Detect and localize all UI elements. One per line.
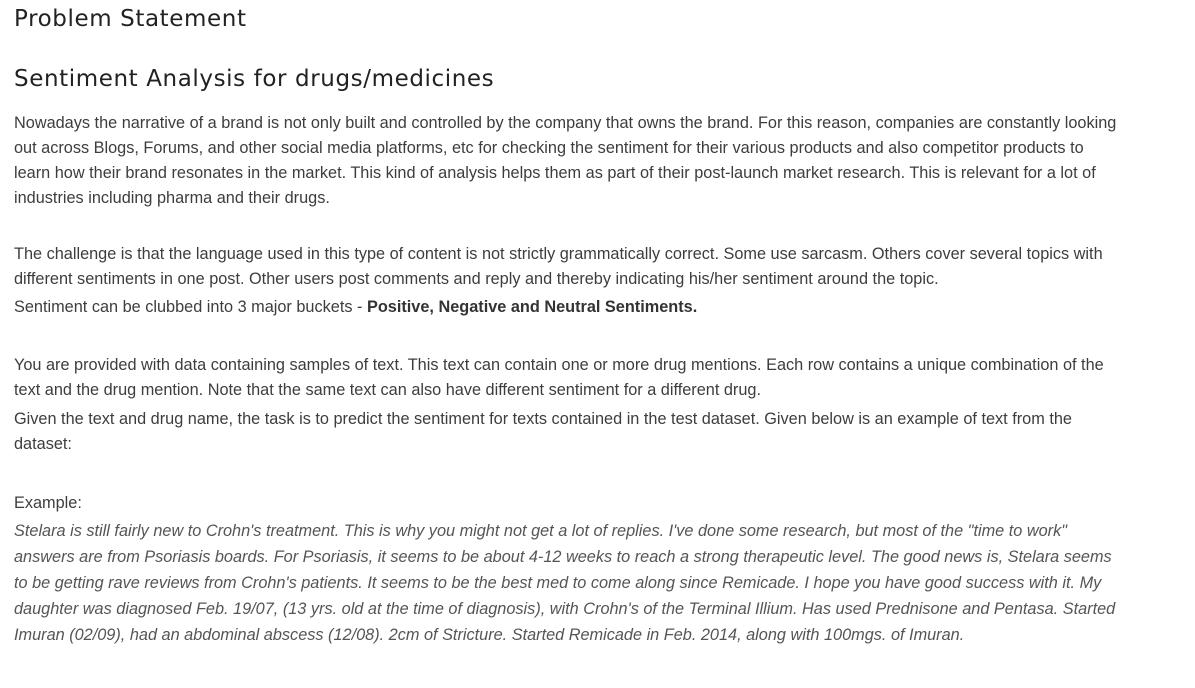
example-label: Example: <box>14 494 82 512</box>
buckets-prefix: Sentiment can be clubbed into 3 major bu… <box>14 298 367 316</box>
intro-paragraph: Nowadays the narrative of a brand is not… <box>14 114 1117 207</box>
data-description-paragraph: You are provided with data containing sa… <box>14 356 1104 399</box>
challenge-text: The challenge is that the language used … <box>14 245 1103 288</box>
task-paragraph: Given the text and drug name, the task i… <box>14 410 1072 453</box>
section-title: Sentiment Analysis for drugs/medicines <box>14 66 495 92</box>
challenge-paragraph: The challenge is that the language used … <box>14 242 1124 320</box>
page-title: Problem Statement <box>14 6 247 32</box>
sentiment-buckets-bold: Positive, Negative and Neutral Sentiment… <box>366 298 698 316</box>
example-text: Stelara is still fairly new to Crohn's t… <box>14 522 1116 644</box>
